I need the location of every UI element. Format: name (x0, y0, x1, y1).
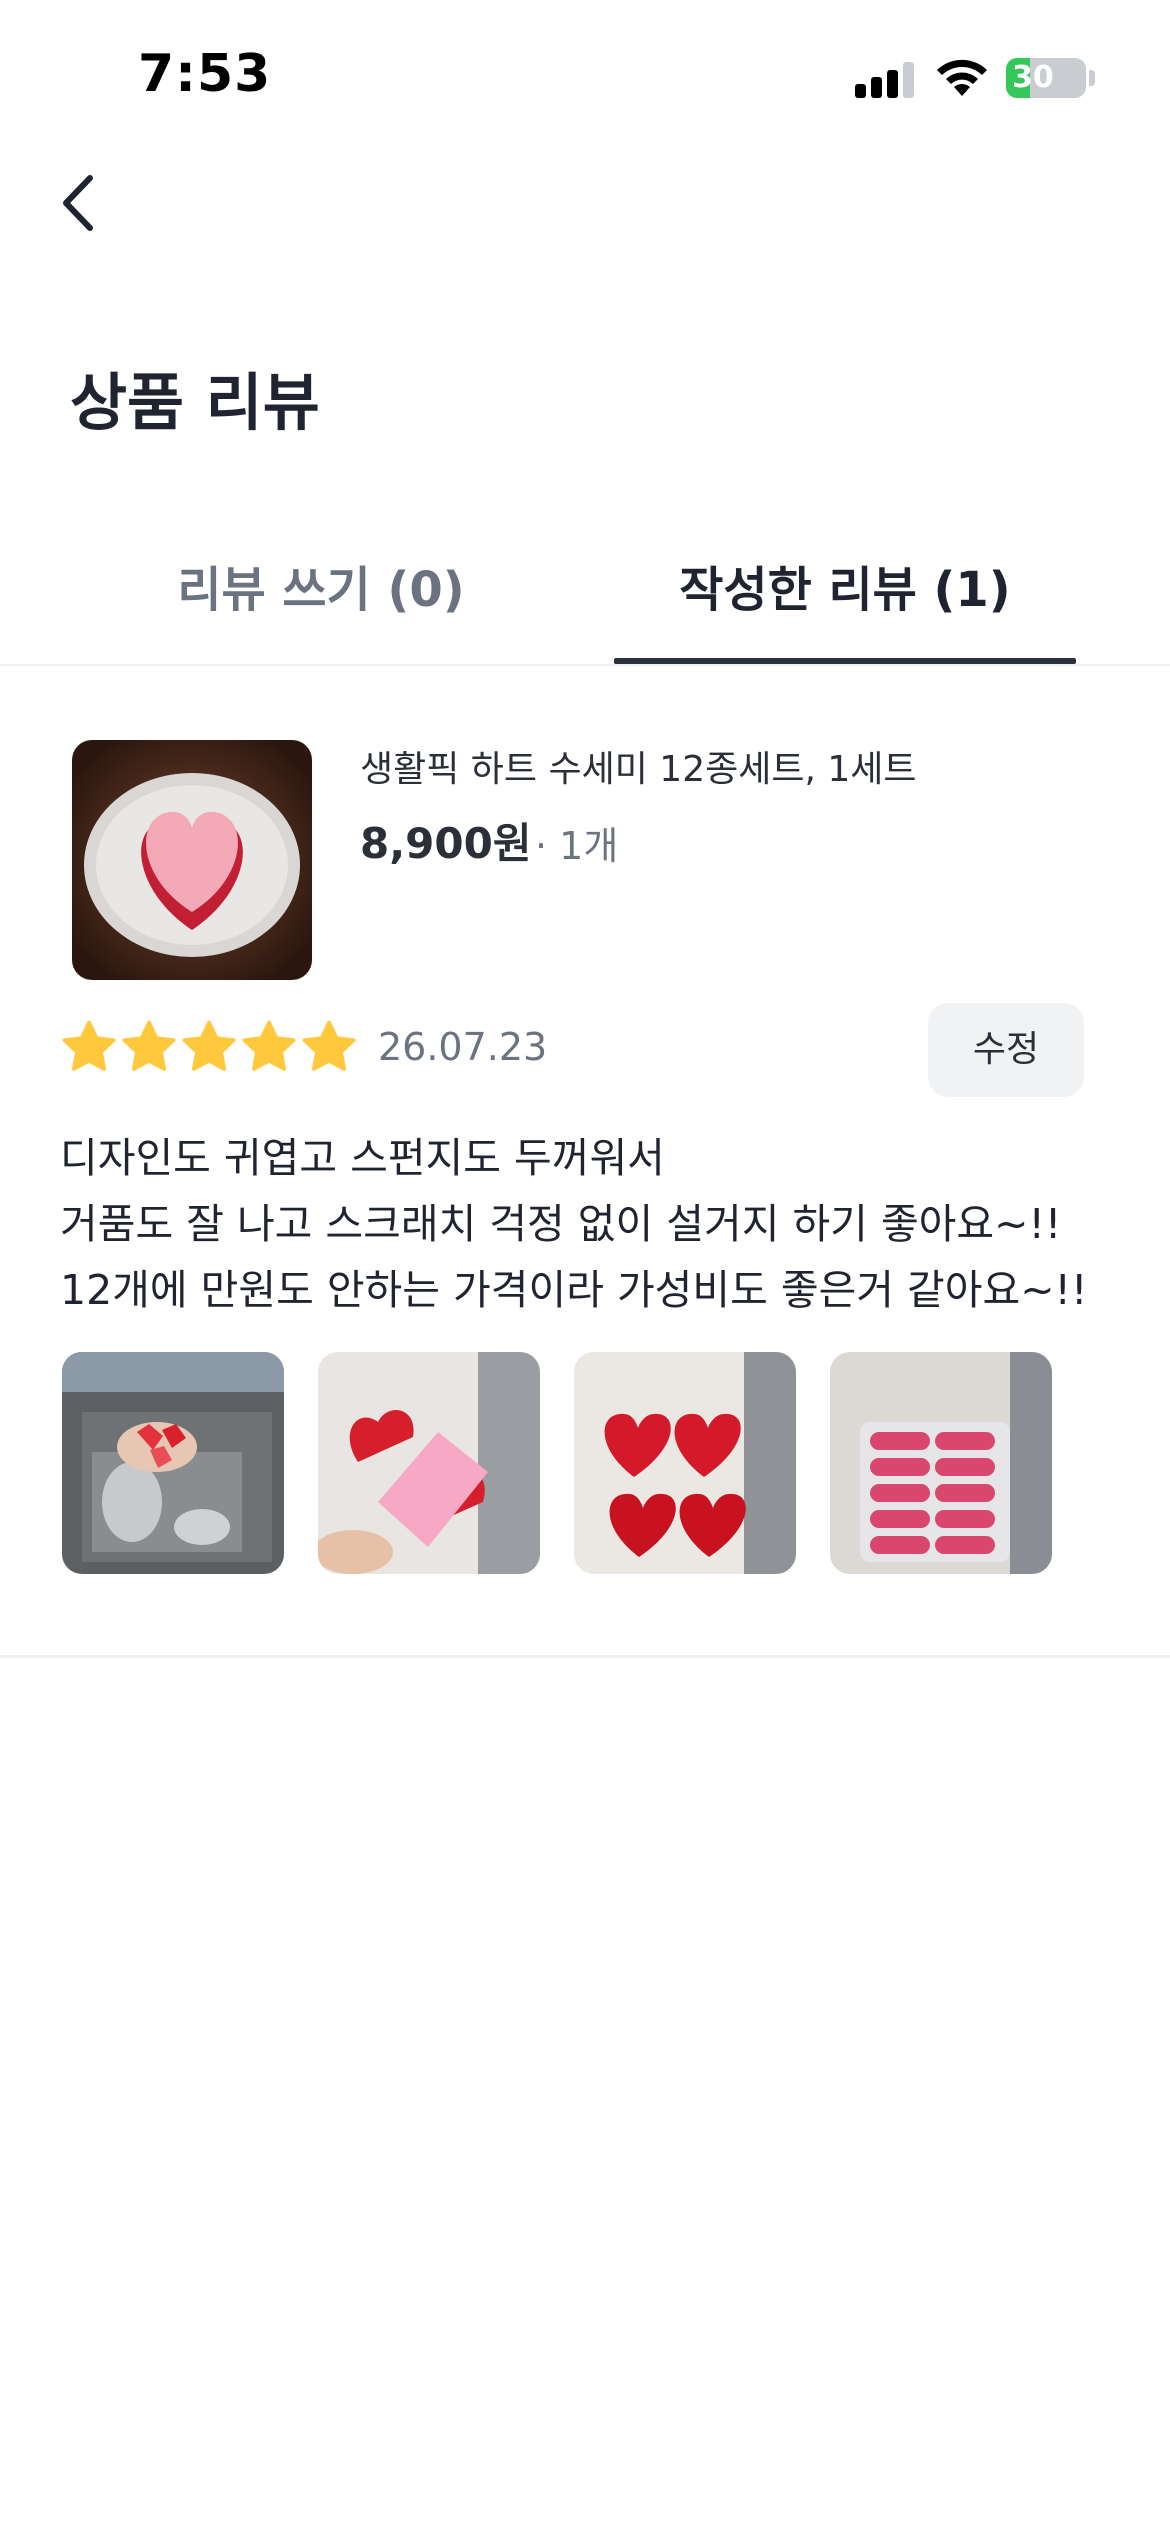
product-thumbnail[interactable] (72, 740, 312, 980)
review-date: 26.07.23 (378, 1025, 548, 1069)
edit-review-button[interactable]: 수정 (928, 1003, 1084, 1097)
tab-written-reviews[interactable]: 작성한 리뷰 (1) (614, 550, 1076, 630)
star-icon (62, 1020, 116, 1071)
product-price: 8,900원 (360, 819, 532, 868)
battery-tip (1089, 70, 1095, 86)
wifi-icon (937, 59, 987, 96)
star-icon (242, 1020, 296, 1071)
chevron-left-icon (63, 175, 93, 231)
review-body: 디자인도 귀엽고 스펀지도 두꺼워서 거품도 잘 나고 스크래치 걱정 없이 설… (60, 1125, 1120, 1323)
review-line: 디자인도 귀엽고 스펀지도 두꺼워서 (60, 1134, 665, 1182)
review-line: 12개에 만원도 안하는 가격이라 가성비도 좋은거 같아요~!! (60, 1266, 1088, 1314)
tab-write-review[interactable]: 리뷰 쓰기 (0) (56, 550, 586, 630)
section-divider (0, 1655, 1170, 1658)
status-bar: 7:53 30 (0, 0, 1170, 150)
page-title: 상품 리뷰 (70, 366, 320, 439)
review-photo-red-hearts[interactable] (574, 1352, 796, 1574)
review-photo-packaged[interactable] (830, 1352, 1052, 1574)
active-tab-indicator (614, 658, 1076, 664)
product-name[interactable]: 생활픽 하트 수세미 12종세트, 1세트 (360, 740, 917, 792)
review-line: 거품도 잘 나고 스크래치 걱정 없이 설거지 하기 좋아요~!! (60, 1200, 1062, 1248)
cellular-signal-icon (855, 62, 915, 98)
battery-icon: 30 (1006, 58, 1086, 98)
product-quantity: · 1개 (535, 824, 619, 868)
review-photo-pink-sponge[interactable] (318, 1352, 540, 1574)
back-button[interactable] (52, 168, 112, 238)
star-icon (182, 1020, 236, 1071)
status-time: 7:53 (138, 44, 272, 104)
star-icon (122, 1020, 176, 1071)
review-photo-sink[interactable] (62, 1352, 284, 1574)
review-tabs: 리뷰 쓰기 (0) 작성한 리뷰 (1) (0, 530, 1170, 666)
battery-percent: 30 (1012, 60, 1054, 95)
star-icon (302, 1020, 356, 1071)
product-review-screen: 7:53 30 상품 리뷰 리뷰 쓰기 (0) 작성한 리뷰 (1) 생활픽 하… (0, 0, 1170, 2532)
